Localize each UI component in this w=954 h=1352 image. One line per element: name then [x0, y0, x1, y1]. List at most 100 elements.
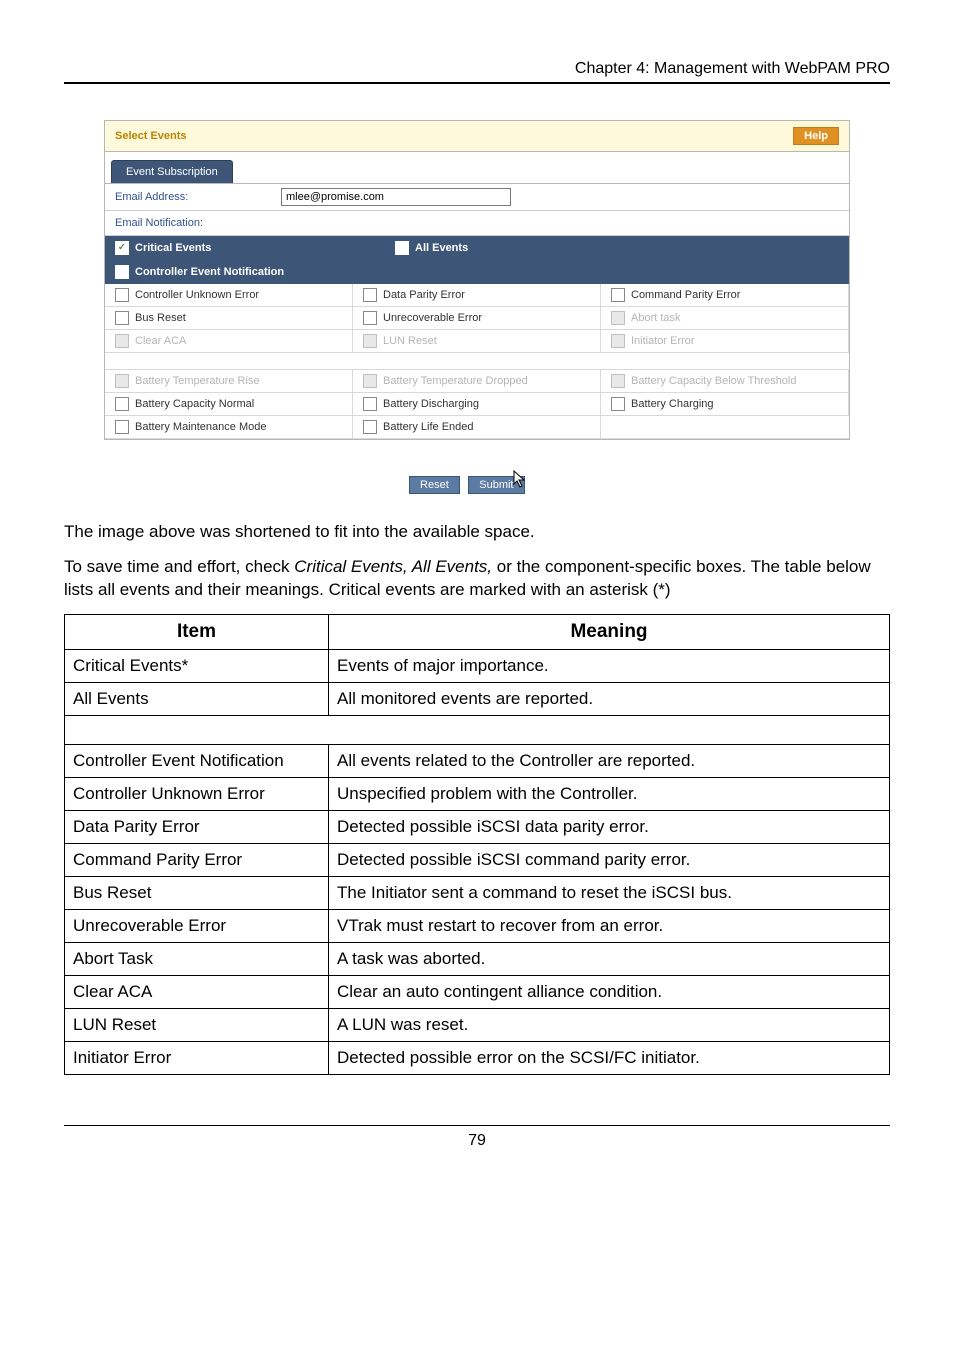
- table-row: Unrecoverable Error VTrak must restart t…: [65, 909, 890, 942]
- select-events-panel: Select Events Help Event Subscription Em…: [104, 120, 850, 440]
- button-row: Reset Submit: [64, 468, 890, 493]
- event-label: Battery Capacity Normal: [135, 398, 254, 410]
- event-label: Bus Reset: [135, 312, 186, 324]
- all-events-label: All Events: [415, 242, 468, 254]
- event-label: Data Parity Error: [383, 289, 465, 301]
- email-notification-label: Email Notification:: [105, 211, 849, 236]
- event-checkbox: [115, 334, 129, 348]
- events-grid: Controller Unknown Error Data Parity Err…: [105, 284, 849, 439]
- instruction-text: To save time and effort, check Critical …: [64, 556, 890, 602]
- all-events-checkbox[interactable]: [395, 241, 409, 255]
- event-label: Clear ACA: [135, 335, 186, 347]
- events-meaning-table: Item Meaning Critical Events* Events of …: [64, 614, 890, 1075]
- meaning-cell: All events related to the Controller are…: [329, 744, 890, 777]
- meaning-cell: All monitored events are reported.: [329, 682, 890, 715]
- table-row: Initiator Error Detected possible error …: [65, 1041, 890, 1074]
- filter-header-row: ✓ Critical Events All Events: [105, 236, 849, 260]
- table-row: All Events All monitored events are repo…: [65, 682, 890, 715]
- event-label: Battery Capacity Below Threshold: [631, 375, 797, 387]
- tab-event-subscription[interactable]: Event Subscription: [111, 160, 233, 183]
- panel-title: Select Events: [115, 130, 187, 142]
- item-cell: Bus Reset: [65, 876, 329, 909]
- item-cell: Clear ACA: [65, 975, 329, 1008]
- item-cell: Command Parity Error: [65, 843, 329, 876]
- col-header-meaning: Meaning: [329, 614, 890, 649]
- table-row: Critical Events* Events of major importa…: [65, 649, 890, 682]
- meaning-cell: A task was aborted.: [329, 942, 890, 975]
- meaning-cell: The Initiator sent a command to reset th…: [329, 876, 890, 909]
- event-checkbox: [115, 374, 129, 388]
- panel-title-bar: Select Events Help: [105, 121, 849, 152]
- event-checkbox[interactable]: [115, 288, 129, 302]
- event-checkbox: [611, 311, 625, 325]
- event-checkbox[interactable]: [363, 288, 377, 302]
- event-checkbox: [363, 334, 377, 348]
- event-label: Controller Unknown Error: [135, 289, 259, 301]
- help-button[interactable]: Help: [793, 127, 839, 145]
- item-cell: Initiator Error: [65, 1041, 329, 1074]
- item-cell: Controller Unknown Error: [65, 777, 329, 810]
- event-label: Battery Temperature Dropped: [383, 375, 528, 387]
- table-row: Command Parity Error Detected possible i…: [65, 843, 890, 876]
- event-checkbox[interactable]: [115, 420, 129, 434]
- meaning-cell: Detected possible iSCSI data parity erro…: [329, 810, 890, 843]
- meaning-cell: Detected possible error on the SCSI/FC i…: [329, 1041, 890, 1074]
- meaning-cell: Clear an auto contingent alliance condit…: [329, 975, 890, 1008]
- event-label: LUN Reset: [383, 335, 437, 347]
- event-checkbox[interactable]: [611, 397, 625, 411]
- event-label: Command Parity Error: [631, 289, 740, 301]
- table-row: Clear ACA Clear an auto contingent allia…: [65, 975, 890, 1008]
- critical-events-label: Critical Events: [135, 242, 211, 254]
- item-cell: Critical Events*: [65, 649, 329, 682]
- meaning-cell: A LUN was reset.: [329, 1008, 890, 1041]
- item-cell: Controller Event Notification: [65, 744, 329, 777]
- event-label: Battery Temperature Rise: [135, 375, 260, 387]
- controller-group-checkbox[interactable]: [115, 265, 129, 279]
- event-checkbox[interactable]: [611, 288, 625, 302]
- event-label: Battery Maintenance Mode: [135, 421, 266, 433]
- event-checkbox: [611, 374, 625, 388]
- page-number: 79: [64, 1125, 890, 1150]
- item-cell: Data Parity Error: [65, 810, 329, 843]
- cursor-icon: [513, 470, 529, 490]
- event-checkbox[interactable]: [115, 311, 129, 325]
- event-label: Abort task: [631, 312, 681, 324]
- table-row: Abort Task A task was aborted.: [65, 942, 890, 975]
- email-address-input[interactable]: [281, 188, 511, 206]
- table-row: LUN Reset A LUN was reset.: [65, 1008, 890, 1041]
- meaning-cell: Events of major importance.: [329, 649, 890, 682]
- event-label: Initiator Error: [631, 335, 695, 347]
- item-cell: Abort Task: [65, 942, 329, 975]
- table-row: Data Parity Error Detected possible iSCS…: [65, 810, 890, 843]
- table-row: Controller Event Notification All events…: [65, 744, 890, 777]
- gap-row: [105, 353, 849, 370]
- critical-events-checkbox[interactable]: ✓: [115, 241, 129, 255]
- tab-row: Event Subscription: [105, 152, 849, 184]
- item-cell: All Events: [65, 682, 329, 715]
- event-label: Unrecoverable Error: [383, 312, 482, 324]
- table-row: Bus Reset The Initiator sent a command t…: [65, 876, 890, 909]
- event-checkbox[interactable]: [363, 420, 377, 434]
- col-header-item: Item: [65, 614, 329, 649]
- event-checkbox[interactable]: [115, 397, 129, 411]
- caption-text: The image above was shortened to fit int…: [64, 521, 890, 544]
- email-address-label: Email Address:: [105, 185, 275, 209]
- event-label: Battery Charging: [631, 398, 714, 410]
- table-spacer-row: [65, 715, 890, 744]
- reset-button[interactable]: Reset: [409, 476, 460, 494]
- header-rule: [64, 82, 890, 84]
- email-address-row: Email Address:: [105, 184, 849, 211]
- controller-group-label: Controller Event Notification: [135, 266, 284, 278]
- controller-group-header: Controller Event Notification: [105, 260, 849, 284]
- event-checkbox: [611, 334, 625, 348]
- chapter-header: Chapter 4: Management with WebPAM PRO: [64, 60, 890, 78]
- event-checkbox: [363, 374, 377, 388]
- item-cell: Unrecoverable Error: [65, 909, 329, 942]
- table-row: Controller Unknown Error Unspecified pro…: [65, 777, 890, 810]
- meaning-cell: Unspecified problem with the Controller.: [329, 777, 890, 810]
- event-checkbox[interactable]: [363, 311, 377, 325]
- item-cell: LUN Reset: [65, 1008, 329, 1041]
- meaning-cell: VTrak must restart to recover from an er…: [329, 909, 890, 942]
- event-checkbox[interactable]: [363, 397, 377, 411]
- event-label: Battery Life Ended: [383, 421, 474, 433]
